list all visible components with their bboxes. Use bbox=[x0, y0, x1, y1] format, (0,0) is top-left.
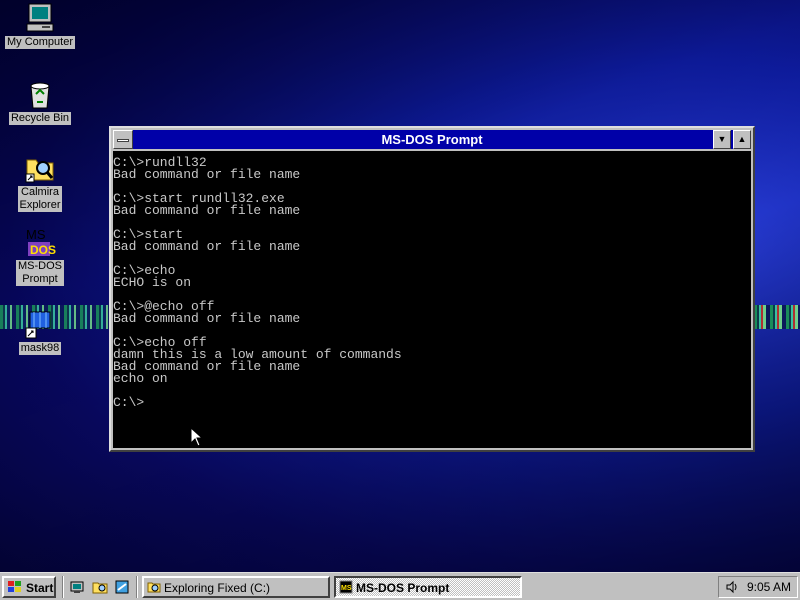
folder-search-icon bbox=[147, 582, 161, 593]
desktop-icon-msdos-prompt[interactable]: MS DOS MS-DOS Prompt bbox=[2, 226, 78, 286]
console-output[interactable]: C:\>rundll32 Bad command or file name C:\>… bbox=[113, 151, 751, 448]
console-line: C:\>echo bbox=[113, 263, 176, 278]
mask98-icon bbox=[24, 308, 56, 340]
start-label: Start bbox=[26, 581, 54, 595]
console-line: Bad command or file name bbox=[113, 359, 301, 374]
desktop-icon-label: Calmira Explorer bbox=[17, 186, 63, 212]
svg-text:MS: MS bbox=[26, 227, 46, 242]
start-button[interactable]: Start bbox=[2, 576, 56, 598]
triangle-down-icon: ▼ bbox=[717, 134, 727, 144]
console-line: echo on bbox=[113, 371, 168, 386]
recycle-bin-icon bbox=[24, 78, 56, 110]
console-line: Bad command or file name bbox=[113, 167, 301, 182]
mouse-pointer-icon bbox=[190, 427, 204, 447]
taskbar: Start Exploring Fixed (C:) MS MS-DOS Pro… bbox=[0, 572, 800, 600]
desktop-icon-label: MS-DOS Prompt bbox=[16, 260, 64, 286]
msdos-small-icon: MS bbox=[339, 580, 353, 594]
desktop-icon-my-computer[interactable]: My Computer bbox=[2, 2, 78, 49]
volume-icon[interactable] bbox=[725, 580, 739, 594]
desktop-icon-label: mask98 bbox=[18, 342, 62, 355]
triangle-up-icon: ▲ bbox=[737, 134, 747, 144]
console-line: C:\> bbox=[113, 395, 145, 410]
console-line: Bad command or file name bbox=[113, 203, 301, 218]
explorer-quick-icon[interactable] bbox=[92, 579, 108, 595]
window-title: MS-DOS Prompt bbox=[381, 132, 483, 147]
window-titlebar[interactable]: MS-DOS Prompt ▼ ▲ bbox=[113, 130, 751, 149]
windows-logo-icon bbox=[8, 581, 21, 592]
console-line: Bad command or file name bbox=[113, 239, 301, 254]
desktop-icon-label: My Computer bbox=[4, 36, 76, 49]
console-line: ECHO is on bbox=[113, 275, 192, 290]
explorer-icon bbox=[24, 152, 56, 184]
desktop-icon-recycle-bin[interactable]: Recycle Bin bbox=[2, 78, 78, 125]
clock[interactable]: 9:05 AM bbox=[747, 580, 791, 594]
internet-quick-icon[interactable] bbox=[114, 579, 130, 595]
minimize-button[interactable]: ▼ bbox=[713, 130, 731, 149]
desktop-icon-calmira-explorer[interactable]: Calmira Explorer bbox=[2, 152, 78, 212]
console-line: Bad command or file name bbox=[113, 311, 301, 326]
taskbar-button-label: MS-DOS Prompt bbox=[356, 581, 450, 595]
taskbar-button-exploring[interactable]: Exploring Fixed (C:) bbox=[142, 576, 330, 598]
taskbar-button-label: Exploring Fixed (C:) bbox=[164, 581, 271, 595]
desktop-wallpaper-stripe-right bbox=[754, 305, 800, 329]
taskbar-button-msdos[interactable]: MS MS-DOS Prompt bbox=[334, 576, 522, 598]
svg-text:MS: MS bbox=[341, 585, 352, 592]
taskbar-divider bbox=[136, 576, 138, 598]
msdos-icon: MS DOS bbox=[24, 226, 56, 258]
maximize-button[interactable]: ▲ bbox=[733, 130, 751, 149]
svg-text:DOS: DOS bbox=[30, 243, 56, 257]
system-tray: 9:05 AM bbox=[718, 576, 798, 598]
desktop-icon-mask98[interactable]: mask98 bbox=[2, 308, 78, 355]
show-desktop-icon[interactable] bbox=[70, 579, 86, 595]
msdos-window[interactable]: MS-DOS Prompt ▼ ▲ C:\>rundll32 Bad comman… bbox=[109, 126, 755, 452]
taskbar-divider bbox=[62, 576, 64, 598]
desktop-icon-label: Recycle Bin bbox=[8, 112, 72, 125]
computer-icon bbox=[24, 2, 56, 34]
